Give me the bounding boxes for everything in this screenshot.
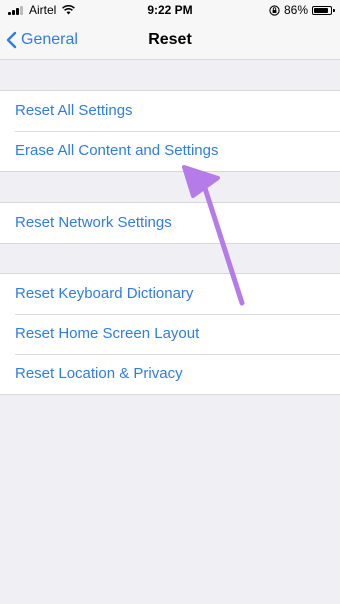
reset-keyboard-dictionary-row[interactable]: Reset Keyboard Dictionary — [0, 274, 340, 314]
reset-network-settings-row[interactable]: Reset Network Settings — [0, 203, 340, 243]
carrier-label: Airtel — [29, 3, 57, 17]
chevron-left-icon — [6, 31, 17, 48]
signal-icon — [8, 5, 23, 15]
reset-home-screen-layout-row[interactable]: Reset Home Screen Layout — [0, 314, 340, 354]
reset-group-2: Reset Network Settings — [0, 202, 340, 244]
reset-location-privacy-row[interactable]: Reset Location & Privacy — [0, 354, 340, 394]
back-button-label: General — [21, 30, 78, 48]
erase-all-content-row[interactable]: Erase All Content and Settings — [0, 131, 340, 171]
status-left: Airtel — [8, 3, 76, 17]
reset-group-1: Reset All Settings Erase All Content and… — [0, 90, 340, 172]
back-button[interactable]: General — [6, 20, 78, 59]
navigation-bar: Reset General — [0, 20, 340, 60]
reset-group-3: Reset Keyboard Dictionary Reset Home Scr… — [0, 273, 340, 395]
battery-percentage: 86% — [283, 3, 308, 17]
battery-level — [314, 7, 328, 13]
wifi-icon — [62, 5, 76, 15]
reset-all-settings-row[interactable]: Reset All Settings — [0, 91, 340, 131]
battery-icon — [312, 5, 335, 15]
status-bar: Airtel 9:22 PM 86% — [0, 0, 340, 20]
orientation-lock-icon — [269, 4, 280, 16]
status-right: 86% — [269, 3, 335, 17]
